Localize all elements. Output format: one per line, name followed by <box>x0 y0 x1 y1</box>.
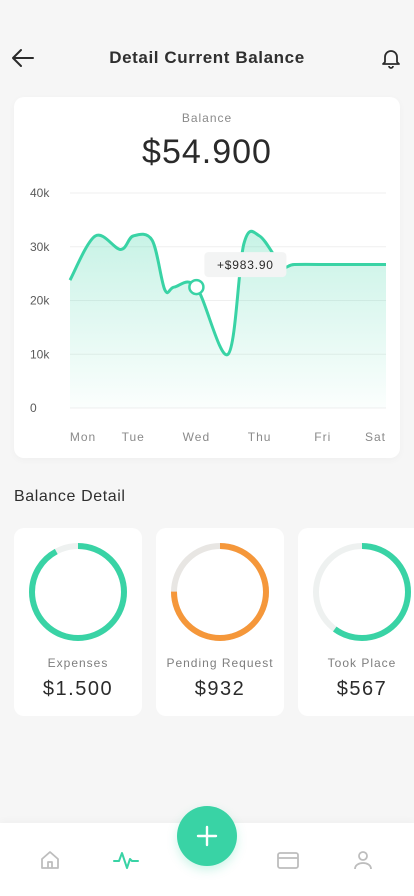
plus-icon <box>196 825 218 847</box>
detail-card-pending[interactable]: Pending Request $932 <box>156 528 284 716</box>
x-tick-label: Sat <box>365 430 386 444</box>
detail-amount: $932 <box>194 678 246 700</box>
balance-card: Balance $54.900 40k 30k 20k 10k 0 Mon Tue Wed Th… <box>14 97 400 458</box>
home-icon[interactable] <box>37 847 63 873</box>
progress-ring <box>29 543 127 641</box>
detail-amount: $1.500 <box>42 678 114 700</box>
detail-label: Took Place <box>327 656 397 670</box>
header: Detail Current Balance <box>0 0 414 96</box>
detail-label: Pending Request <box>166 656 274 670</box>
card-icon[interactable] <box>275 847 301 873</box>
y-tick-label: 20k <box>30 294 50 308</box>
x-tick-label: Fri <box>314 430 331 444</box>
x-tick-label: Thu <box>248 430 272 444</box>
tooltip-label: +$983.90 <box>217 258 274 272</box>
bell-icon[interactable] <box>378 45 404 71</box>
highlight-point <box>188 278 205 296</box>
y-tick-label: 30k <box>30 240 50 254</box>
detail-amount: $567 <box>336 678 388 700</box>
y-tick-label: 10k <box>30 347 50 361</box>
section-title: Balance Detail <box>14 488 126 505</box>
y-tick-label: 0 <box>30 401 37 415</box>
progress-ring <box>313 543 411 641</box>
activity-icon[interactable] <box>113 847 139 873</box>
x-tick-label: Mon <box>70 430 96 444</box>
progress-ring <box>171 543 269 641</box>
detail-card-took-place[interactable]: Took Place $567 <box>298 528 414 716</box>
detail-label: Expenses <box>47 656 109 670</box>
user-icon[interactable] <box>350 847 376 873</box>
page-title: Detail Current Balance <box>109 48 305 67</box>
x-tick-label: Tue <box>122 430 145 444</box>
add-button[interactable] <box>177 806 237 866</box>
detail-card-expenses[interactable]: Expenses $1.500 <box>14 528 142 716</box>
y-tick-label: 40k <box>30 186 50 200</box>
x-tick-label: Wed <box>183 430 210 444</box>
balance-chart: 40k 30k 20k 10k 0 Mon Tue Wed Thu Fri Sat +$983.90 <box>30 186 386 444</box>
